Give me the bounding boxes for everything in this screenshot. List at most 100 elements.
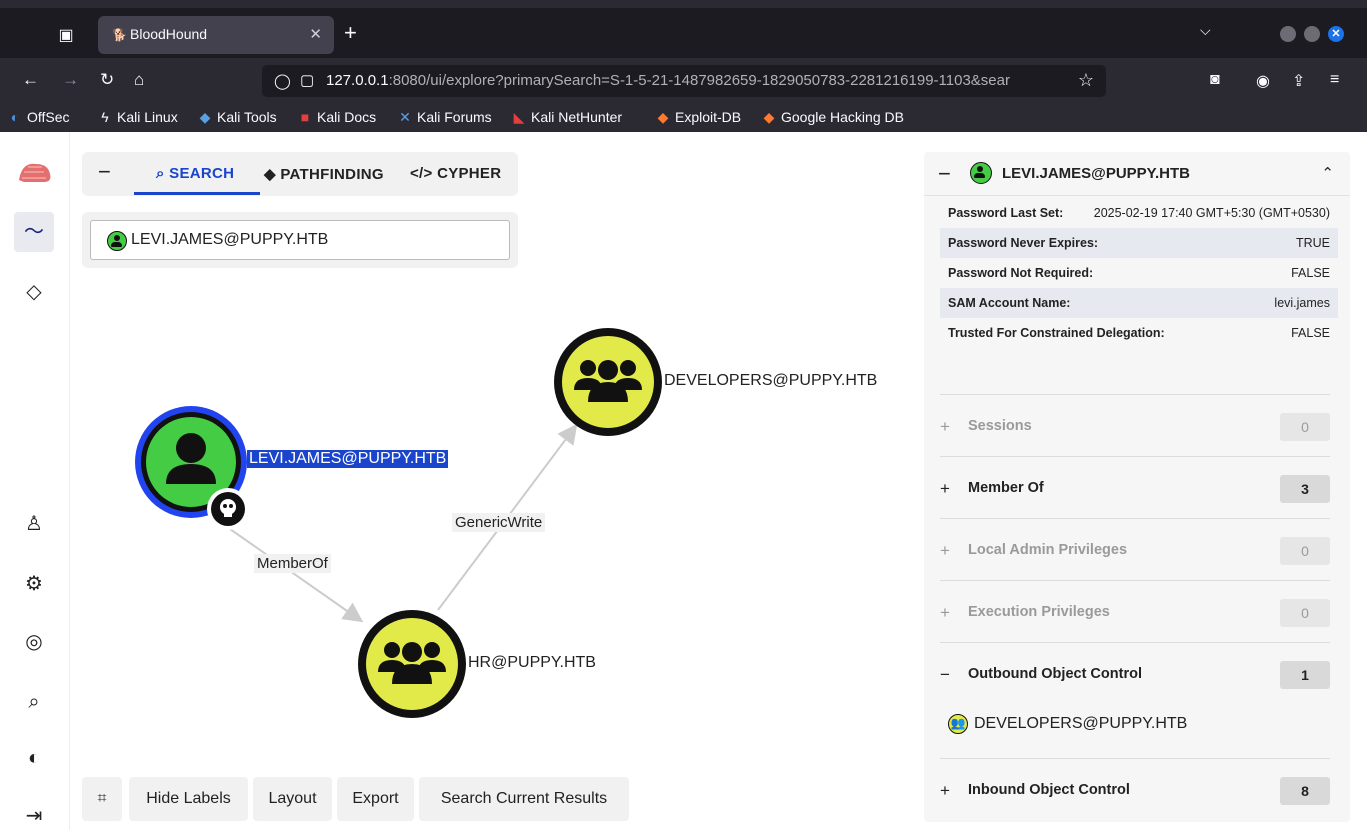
new-tab-icon[interactable]: +: [344, 20, 357, 46]
tabs-dropdown-icon[interactable]: ⌵: [1200, 22, 1211, 39]
search-input[interactable]: LEVI.JAMES@PUPPY.HTB: [90, 220, 510, 260]
bookmark-exploit-db[interactable]: ◆ Exploit-DB: [656, 109, 742, 126]
property-value: TRUE: [1295, 236, 1330, 250]
property-key: SAM Account Name:: [948, 296, 1071, 310]
forward-icon[interactable]: →: [62, 70, 79, 90]
document-search-icon[interactable]: ⌕: [14, 682, 54, 722]
maximize-icon[interactable]: [1304, 26, 1320, 42]
section-label: Member Of: [968, 480, 1044, 496]
offsec-icon: ◐: [10, 109, 20, 125]
expand-icon: +: [940, 603, 950, 622]
bloodhound-logo-icon[interactable]: [14, 152, 54, 192]
bookmark-kali-forums[interactable]: ✕ Kali Forums: [398, 109, 492, 126]
tab-close-icon[interactable]: ✕: [309, 25, 322, 43]
kali-docs-icon: ■: [300, 109, 310, 125]
section-label: Local Admin Privileges: [968, 542, 1128, 558]
section-count: 0: [1280, 599, 1330, 627]
section-inbound-object-control[interactable]: + Inbound Object Control 8: [940, 758, 1330, 820]
reload-icon[interactable]: ↻: [100, 70, 114, 90]
property-key: Password Never Expires:: [948, 236, 1099, 250]
browser-nav-bar: ← → ↻ ⌂ ◯ ▢ 127.0.0.1:8080/ui/explore?pr…: [0, 58, 1367, 104]
entity-panel-header: − LEVI.JAMES@PUPPY.HTB ⌃: [924, 152, 1350, 196]
browser-tab[interactable]: 🐕 BloodHound ✕: [98, 16, 334, 54]
property-row: Password Never Expires: TRUE: [940, 228, 1338, 258]
collapse-icon[interactable]: −: [98, 161, 111, 183]
account-icon[interactable]: ◉: [1256, 71, 1270, 91]
node-levi[interactable]: [135, 406, 249, 530]
bookmark-google-hacking-db[interactable]: ◆ Google Hacking DB: [762, 109, 904, 126]
section-execution-privileges[interactable]: + Execution Privileges 0: [940, 580, 1330, 642]
entity-panel-title: LEVI.JAMES@PUPPY.HTB: [1002, 165, 1190, 182]
bookmarks-bar: ◐ OffSec ϟ Kali Linux ◆ Kali Tools ■ Kali Do…: [0, 104, 1367, 132]
explore-icon[interactable]: 〜: [14, 212, 54, 252]
exploit-db-icon: ◆: [657, 109, 669, 125]
minimize-icon[interactable]: [1280, 26, 1296, 42]
profile-icon[interactable]: ♙: [14, 504, 54, 544]
search-current-results-button[interactable]: Search Current Results: [419, 777, 629, 821]
bloodhound-favicon-icon: 🐕: [112, 28, 127, 42]
home-icon[interactable]: ⌂: [134, 70, 144, 90]
bookmark-star-icon[interactable]: ☆: [1078, 70, 1094, 91]
section-member-of[interactable]: + Member Of 3: [940, 456, 1330, 518]
contrast-icon[interactable]: ◐: [14, 738, 54, 778]
pocket-icon[interactable]: ◙: [1210, 71, 1220, 89]
menu-icon[interactable]: ≡: [1330, 71, 1339, 89]
url-text[interactable]: 127.0.0.1:8080/ui/explore?primarySearch=…: [326, 72, 1072, 89]
section-sessions[interactable]: + Sessions 0: [940, 394, 1330, 456]
outbound-object-item[interactable]: 👥 DEVELOPERS@PUPPY.HTB: [948, 714, 1187, 734]
section-count: 0: [1280, 537, 1330, 565]
node-developers[interactable]: [554, 328, 662, 436]
bookmark-kali-nethunter[interactable]: ◣ Kali NetHunter: [512, 109, 622, 126]
tab-search[interactable]: ⌕ SEARCH: [156, 165, 234, 182]
bloodhound-app: 〜 ◇ ♙ ⚙ ◎ ⌕ ◐ ⇥ − ⌕ SEARCH ◆ PATHFINDING…: [0, 132, 1367, 830]
search-card: LEVI.JAMES@PUPPY.HTB: [82, 212, 518, 268]
back-icon[interactable]: ←: [22, 70, 39, 90]
tracking-shield-icon[interactable]: ◯: [274, 72, 291, 90]
node-hr[interactable]: [358, 610, 466, 718]
active-tab-indicator: [134, 192, 260, 195]
bookmark-offsec[interactable]: ◐ OffSec: [8, 109, 70, 125]
property-key: Trusted For Constrained Delegation:: [948, 326, 1165, 340]
chevron-up-icon[interactable]: ⌃: [1321, 164, 1334, 182]
bookmark-label: Kali Docs: [317, 109, 377, 125]
edge-genericwrite-line[interactable]: [437, 423, 578, 611]
url-host: 127.0.0.1: [326, 72, 389, 89]
tab-pathfinding[interactable]: ◆ PATHFINDING: [264, 165, 384, 183]
page-info-icon[interactable]: ▢: [300, 71, 314, 89]
property-value: FALSE: [1291, 266, 1330, 280]
bookmark-kali-docs[interactable]: ■ Kali Docs: [298, 109, 376, 125]
graph-canvas[interactable]: [70, 272, 920, 772]
bookmark-label: OffSec: [27, 109, 70, 125]
window-top-strip: [0, 0, 1367, 8]
url-bar[interactable]: ◯ ▢ 127.0.0.1:8080/ui/explore?primarySea…: [262, 65, 1106, 97]
layout-button[interactable]: Layout: [253, 777, 332, 821]
search-mode-card: − ⌕ SEARCH ◆ PATHFINDING </> CYPHER: [82, 152, 518, 196]
window-close-icon[interactable]: ✕: [1328, 26, 1344, 42]
tab-cypher[interactable]: </> CYPHER: [410, 165, 501, 182]
edge-memberof-line[interactable]: [219, 521, 364, 623]
section-label: Execution Privileges: [968, 604, 1110, 620]
expand-icon: +: [940, 479, 950, 498]
crop-icon[interactable]: ⌗: [82, 777, 122, 821]
gem-icon[interactable]: ◇: [14, 272, 54, 312]
section-local-admin-privileges[interactable]: + Local Admin Privileges 0: [940, 518, 1330, 580]
properties-table: Password Last Set: 2025-02-19 17:40 GMT+5…: [940, 198, 1338, 348]
section-count: 1: [1280, 661, 1330, 689]
export-button[interactable]: Export: [337, 777, 414, 821]
tab-list-icon[interactable]: ▣: [52, 22, 80, 50]
browser-tab-bar: ▣ 🐕 BloodHound ✕ + ⌵ ✕: [0, 0, 1367, 58]
user-settings-icon[interactable]: ⚙: [14, 564, 54, 604]
compass-icon[interactable]: ◎: [14, 622, 54, 662]
bookmark-label: Kali NetHunter: [531, 109, 623, 125]
bookmark-kali-tools[interactable]: ◆ Kali Tools: [198, 109, 277, 126]
logout-icon[interactable]: ⇥: [14, 796, 54, 836]
left-nav-rail: 〜 ◇ ♙ ⚙ ◎ ⌕ ◐ ⇥: [0, 132, 70, 830]
bookmark-label: Google Hacking DB: [781, 109, 904, 125]
panel-collapse-icon[interactable]: −: [938, 161, 951, 187]
property-row: Trusted For Constrained Delegation: FALSE: [940, 318, 1338, 348]
extensions-icon[interactable]: ⇪: [1292, 71, 1305, 91]
bookmark-kali-linux[interactable]: ϟ Kali Linux: [98, 109, 177, 125]
section-label: Sessions: [968, 418, 1032, 434]
section-outbound-object-control[interactable]: − Outbound Object Control 1: [940, 642, 1330, 704]
hide-labels-button[interactable]: Hide Labels: [129, 777, 248, 821]
